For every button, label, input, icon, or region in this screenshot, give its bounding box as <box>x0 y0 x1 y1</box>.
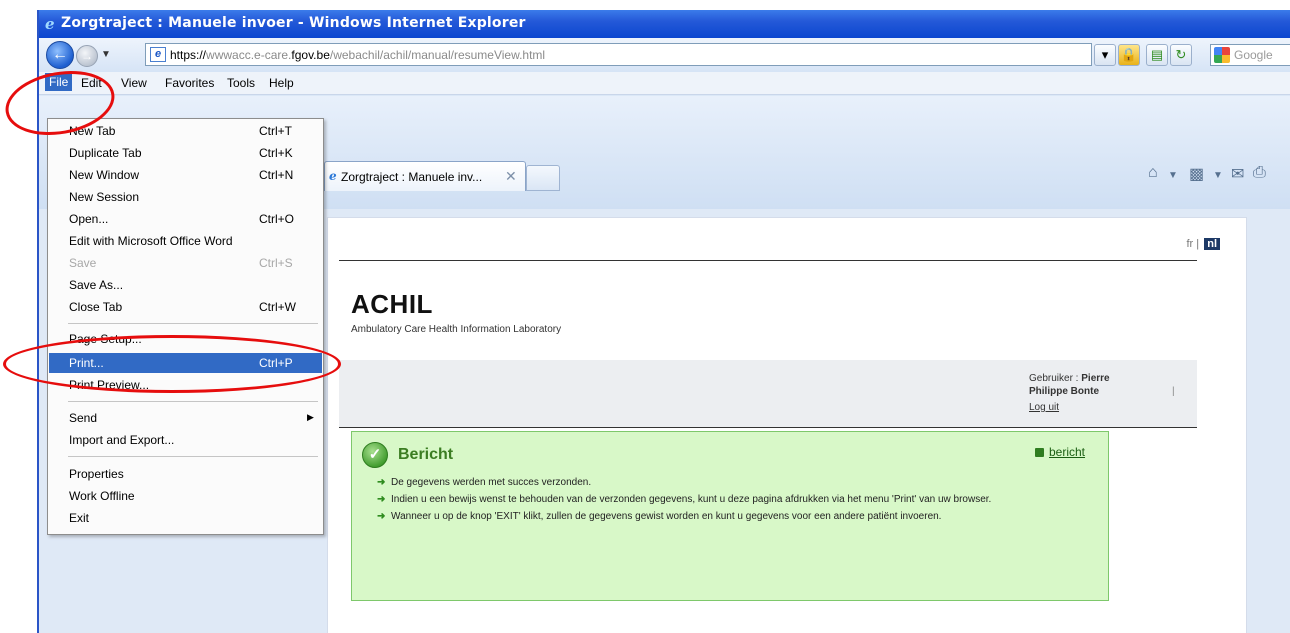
user-bar: Gebruiker : Pierre Philippe Bonte Log ui… <box>339 360 1197 428</box>
search-placeholder: Google <box>1234 48 1273 62</box>
menu-bar: File Edit View Favorites Tools Help <box>39 72 1290 95</box>
checkmark-icon: ✓ <box>362 442 388 468</box>
annotation-ring-print-item <box>3 335 341 393</box>
menu-item-import-export[interactable]: Import and Export... <box>49 430 322 450</box>
menu-item-new-session[interactable]: New Session <box>49 187 322 207</box>
menu-view[interactable]: View <box>121 76 147 90</box>
lang-fr-link[interactable]: fr <box>1187 238 1194 250</box>
tab-label: Zorgtraject : Manuele inv... <box>341 170 483 184</box>
logout-link[interactable]: Log uit <box>1029 401 1159 414</box>
url-text[interactable]: https://wwwacc.e-care.fgov.be/webachil/a… <box>170 48 545 62</box>
menu-item-properties[interactable]: Properties <box>49 464 322 484</box>
menu-item-exit[interactable]: Exit <box>49 508 322 528</box>
ie-logo-icon: e <box>45 15 55 33</box>
feeds-dropdown-icon[interactable]: ▼ <box>1213 170 1223 181</box>
message-line: ➜ De gegevens werden met succes verzonden… <box>377 477 592 488</box>
menu-item-edit-with-word[interactable]: Edit with Microsoft Office Word <box>49 231 322 251</box>
collapse-message-link[interactable]: bericht <box>1049 445 1085 459</box>
lock-icon[interactable]: 🔒 <box>1118 44 1140 66</box>
user-name-first: Pierre <box>1081 373 1110 384</box>
lang-nl-link[interactable]: nl <box>1204 238 1220 250</box>
home-icon[interactable]: ⌂ <box>1148 164 1158 182</box>
message-title: Bericht <box>398 446 454 463</box>
refresh-icon[interactable]: ↻ <box>1170 44 1192 66</box>
title-bar: e Zorgtraject : Manuele invoer - Windows… <box>39 10 1290 38</box>
compatibility-view-icon[interactable]: ▤ <box>1146 44 1168 66</box>
header-divider <box>339 260 1197 261</box>
menu-item-work-offline[interactable]: Work Offline <box>49 486 322 506</box>
message-list: ➜ De gegevens werden met succes verzonden… <box>377 476 1077 527</box>
file-menu-dropdown: New Tab Ctrl+T Duplicate Tab Ctrl+K New Wi… <box>47 118 324 535</box>
page-favicon-icon: e <box>150 47 166 62</box>
submenu-arrow-icon: ▶ <box>307 412 314 422</box>
search-input[interactable]: Google <box>1210 44 1290 66</box>
menu-item-close-tab[interactable]: Close Tab Ctrl+W <box>49 297 322 317</box>
user-name-rest: Philippe Bonte <box>1029 386 1099 397</box>
back-arrow-icon[interactable]: ← <box>46 41 74 69</box>
print-icon[interactable]: ⎙ <box>1253 164 1266 182</box>
menu-item-new-window[interactable]: New Window Ctrl+N <box>49 165 322 185</box>
language-switcher: fr | nl <box>1187 238 1220 250</box>
address-dropdown-icon[interactable]: ▾ <box>1094 44 1116 66</box>
forward-arrow-icon[interactable]: → <box>76 45 98 67</box>
web-page: fr | nl ACHIL Ambulatory Care Health Inf… <box>327 217 1247 633</box>
arrow-bullet-icon: ➜ <box>377 494 386 505</box>
menu-item-open[interactable]: Open... Ctrl+O <box>49 209 322 229</box>
google-logo-icon <box>1214 47 1230 63</box>
recent-pages-dropdown-icon[interactable]: ▼ <box>101 49 111 60</box>
user-info: Gebruiker : Pierre Philippe Bonte Log ui… <box>1029 372 1159 414</box>
message-line: ➜ Wanneer u op de knop 'EXIT' klikt, zull… <box>377 511 942 522</box>
lang-separator: | <box>1196 238 1200 250</box>
home-dropdown-icon[interactable]: ▼ <box>1168 170 1178 181</box>
site-logo: ACHIL <box>351 289 433 319</box>
user-label: Gebruiker : <box>1029 373 1079 384</box>
feeds-icon[interactable]: ▩ <box>1189 164 1204 184</box>
address-row: ← → ▼ e https://wwwacc.e-care.fgov.be/we… <box>39 38 1290 72</box>
message-line: ➜ Indien u een bewijs wenst te behouden v… <box>377 494 992 505</box>
menu-separator <box>68 323 318 324</box>
message-box: ✓ Bericht bericht ➜ De gegevens werden me… <box>351 431 1109 601</box>
address-bar[interactable]: e https://wwwacc.e-care.fgov.be/webachil… <box>145 43 1092 66</box>
new-tab-button[interactable] <box>526 165 560 191</box>
close-tab-icon[interactable]: ✕ <box>505 168 517 185</box>
collapse-icon <box>1035 448 1044 457</box>
arrow-bullet-icon: ➜ <box>377 511 386 522</box>
menu-item-save: Save Ctrl+S <box>69 256 293 270</box>
user-bar-separator: | <box>1172 386 1175 397</box>
menu-item-send[interactable]: Send ▶ <box>49 408 322 428</box>
menu-favorites[interactable]: Favorites <box>165 76 214 90</box>
menu-separator <box>68 456 318 457</box>
arrow-bullet-icon: ➜ <box>377 477 386 488</box>
menu-tools[interactable]: Tools <box>227 76 255 90</box>
menu-separator <box>68 401 318 402</box>
ie-page-icon: e <box>329 169 337 183</box>
tab-zorgtraject[interactable]: e Zorgtraject : Manuele inv... ✕ <box>324 161 526 191</box>
menu-item-save-as[interactable]: Save As... <box>49 275 322 295</box>
collapse-message-toggle[interactable]: bericht <box>1035 445 1085 459</box>
menu-help[interactable]: Help <box>269 76 294 90</box>
window-title: Zorgtraject : Manuele invoer - Windows I… <box>61 15 526 31</box>
menu-item-duplicate-tab[interactable]: Duplicate Tab Ctrl+K <box>49 143 322 163</box>
read-mail-icon[interactable]: ✉ <box>1231 164 1244 184</box>
site-tagline: Ambulatory Care Health Information Labor… <box>351 324 562 335</box>
